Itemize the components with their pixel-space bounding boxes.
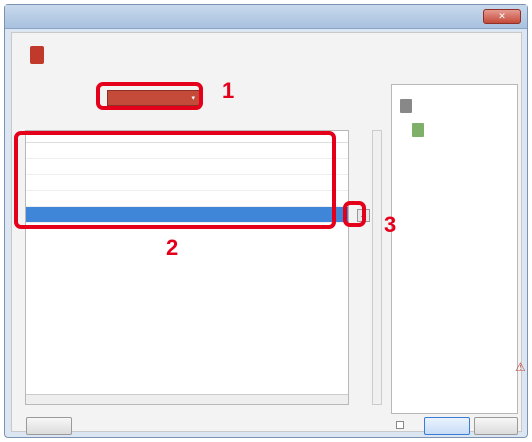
vertical-scrollbar[interactable] <box>372 130 382 405</box>
horizontal-scrollbar[interactable] <box>26 394 348 404</box>
printer-icon <box>400 99 412 113</box>
callout-number-2: 2 <box>166 235 179 260</box>
cancel-button[interactable] <box>474 417 518 435</box>
dialog-body: ▾ … <box>11 32 522 435</box>
title-bar: ✕ <box>5 5 527 29</box>
utility-icon <box>412 123 424 137</box>
install-button[interactable] <box>424 417 470 435</box>
printer-driver-icon <box>30 46 44 64</box>
callout-box-2 <box>14 131 336 229</box>
warning-icon: ⚠ <box>515 360 526 374</box>
back-button[interactable] <box>26 417 72 435</box>
callout-number-3: 3 <box>384 212 397 237</box>
callout-box-1 <box>96 82 203 110</box>
callout-box-3 <box>343 201 366 227</box>
selected-items-panel <box>391 84 518 414</box>
callout-number-1: 1 <box>222 78 235 103</box>
option-checkbox[interactable] <box>396 421 404 429</box>
close-button[interactable]: ✕ <box>483 9 521 24</box>
